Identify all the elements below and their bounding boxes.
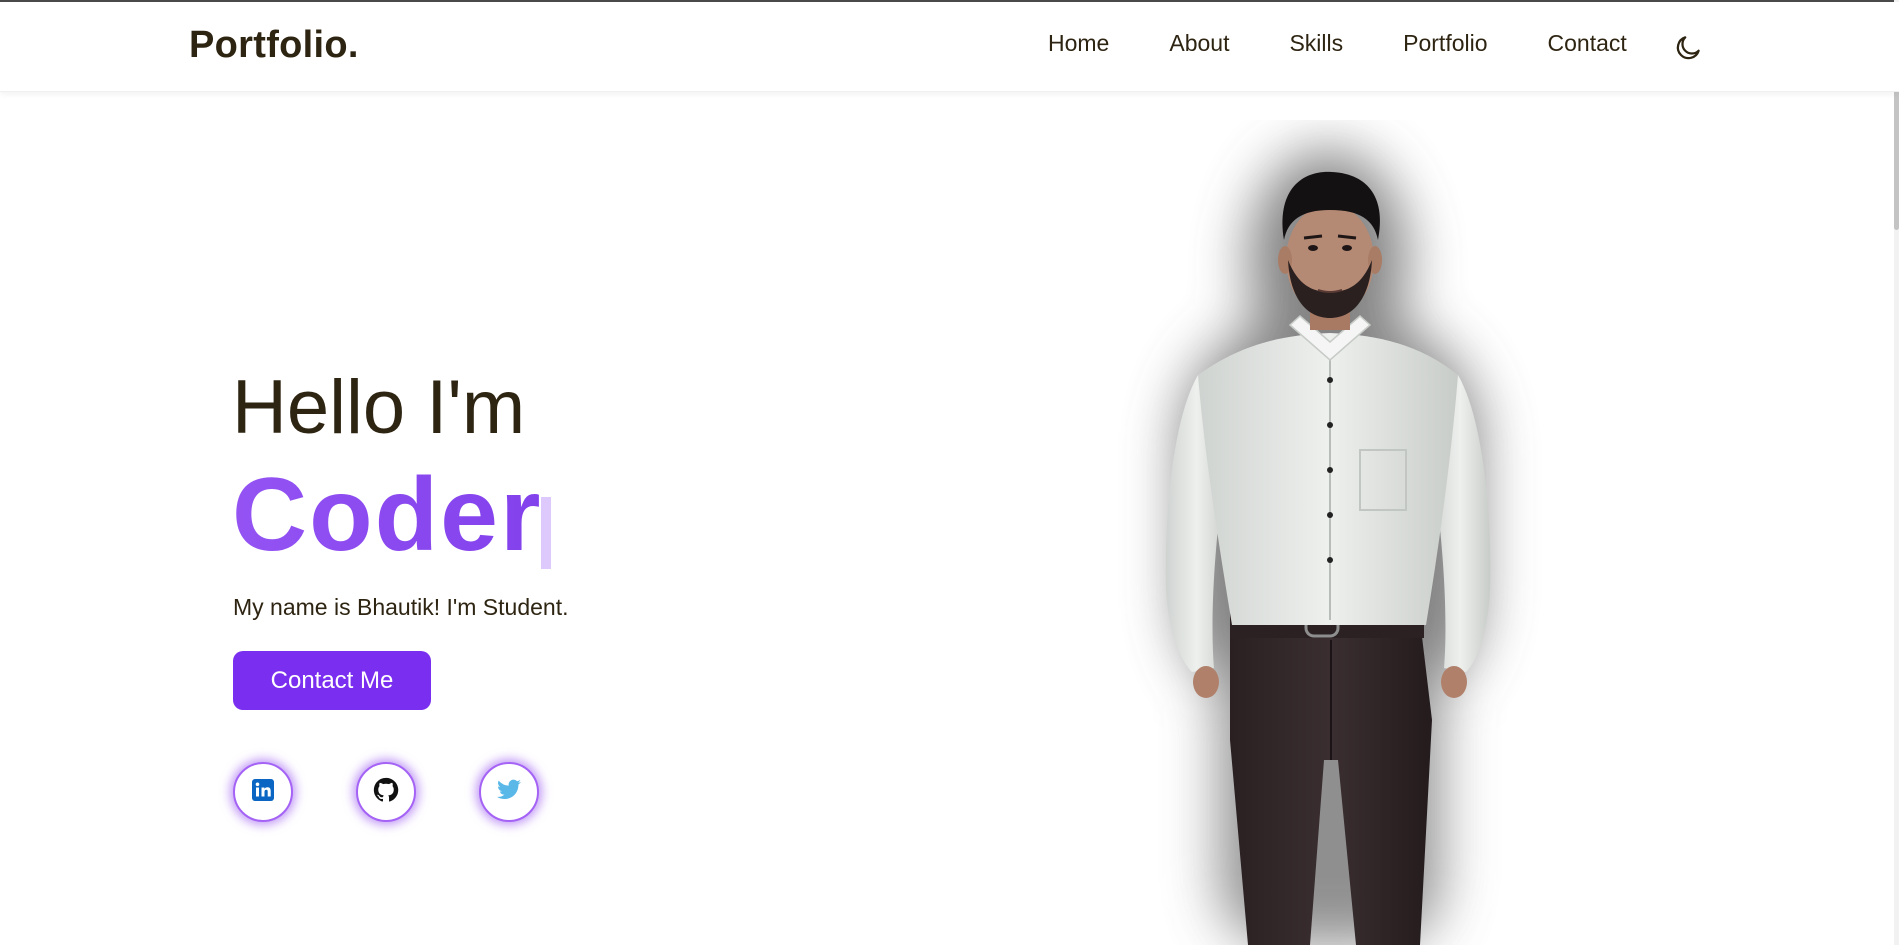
linkedin-link[interactable] (233, 762, 293, 822)
linkedin-icon (251, 778, 275, 807)
nav-links: Home About Skills Portfolio Contact (1048, 30, 1627, 57)
hero-greeting: Hello I'm (232, 365, 526, 450)
moon-icon[interactable] (1673, 33, 1703, 63)
contact-me-button[interactable]: Contact Me (233, 651, 431, 710)
nav-contact[interactable]: Contact (1548, 30, 1627, 57)
nav-skills[interactable]: Skills (1289, 30, 1343, 57)
hero-description: My name is Bhautik! I'm Student. (233, 594, 569, 620)
typing-cursor (541, 497, 551, 569)
nav-home[interactable]: Home (1048, 30, 1109, 57)
profile-photo (1080, 120, 1640, 945)
twitter-link[interactable] (479, 762, 539, 822)
nav-portfolio[interactable]: Portfolio (1403, 30, 1487, 57)
github-icon (373, 777, 399, 808)
page-scrollbar[interactable] (1894, 0, 1899, 945)
github-link[interactable] (356, 762, 416, 822)
portfolio-page: Portfolio. Home About Skills Portfolio C… (0, 0, 1899, 945)
navbar: Portfolio. Home About Skills Portfolio C… (0, 2, 1899, 92)
twitter-icon (496, 777, 522, 808)
hero-role: Coder (232, 457, 543, 573)
nav-about[interactable]: About (1169, 30, 1229, 57)
logo[interactable]: Portfolio. (189, 24, 359, 67)
